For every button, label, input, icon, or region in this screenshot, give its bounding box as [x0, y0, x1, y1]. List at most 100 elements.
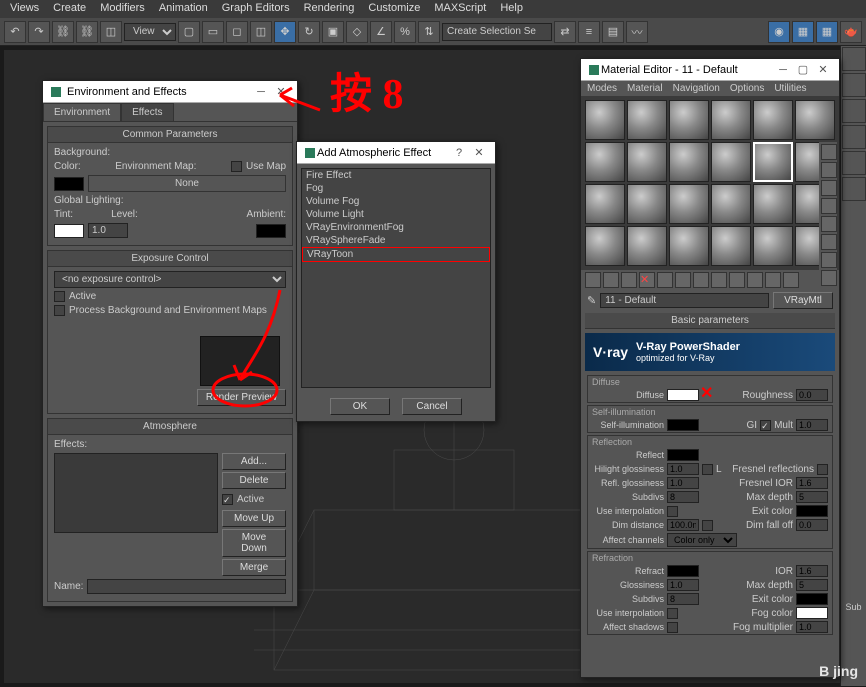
show-end-icon[interactable] — [747, 272, 763, 288]
window-crossing-icon[interactable]: ◫ — [250, 21, 272, 43]
material-slot[interactable] — [585, 100, 625, 140]
command-panel[interactable]: Sub — [840, 46, 866, 686]
list-item-vraytoon[interactable]: VRayToon — [302, 247, 490, 262]
material-slot[interactable] — [585, 142, 625, 182]
minimize-icon[interactable]: ─ — [773, 64, 793, 76]
put-to-lib-icon[interactable] — [693, 272, 709, 288]
refr-maxdepth-spinner[interactable] — [796, 579, 828, 591]
material-slot[interactable] — [711, 184, 751, 224]
menu-grapheditors[interactable]: Graph Editors — [222, 2, 290, 16]
layers-icon[interactable]: ▤ — [602, 21, 624, 43]
preview-icon[interactable] — [821, 234, 837, 250]
ok-button[interactable]: OK — [330, 398, 390, 415]
bind-icon[interactable]: ◫ — [100, 21, 122, 43]
snap-spinner-icon[interactable]: ⇅ — [418, 21, 440, 43]
atmosphere-effects-list[interactable] — [54, 453, 218, 533]
scale-icon[interactable]: ▣ — [322, 21, 344, 43]
material-slot[interactable] — [753, 100, 793, 140]
material-slot[interactable] — [753, 142, 793, 182]
utilities-tab-icon[interactable] — [842, 177, 866, 201]
level-spinner[interactable] — [88, 223, 128, 238]
affectch-dropdown[interactable]: Color only — [667, 533, 737, 547]
redo-icon[interactable]: ↷ — [28, 21, 50, 43]
material-slot[interactable] — [795, 100, 835, 140]
modify-tab-icon[interactable] — [842, 73, 866, 97]
go-sibling-icon[interactable] — [783, 272, 799, 288]
select-rect-icon[interactable]: ◻ — [226, 21, 248, 43]
tab-effects[interactable]: Effects — [121, 103, 173, 121]
snap-percent-icon[interactable]: % — [394, 21, 416, 43]
link-icon[interactable]: ⛓ — [52, 21, 74, 43]
material-slot[interactable] — [711, 142, 751, 182]
reflect-swatch[interactable] — [667, 449, 699, 461]
named-selection-input[interactable] — [442, 23, 552, 41]
delete-effect-button[interactable]: Delete — [222, 472, 286, 489]
put-to-scene-icon[interactable] — [603, 272, 619, 288]
unlink-icon[interactable]: ⛓ — [76, 21, 98, 43]
menu-create[interactable]: Create — [53, 2, 86, 16]
refract-swatch[interactable] — [667, 565, 699, 577]
list-item[interactable]: VRaySphereFade — [302, 234, 490, 247]
affectshadows-checkbox[interactable] — [667, 622, 678, 633]
matid-icon[interactable] — [711, 272, 727, 288]
dimdist-checkbox[interactable] — [702, 520, 713, 531]
render-frame-icon[interactable]: ▦ — [816, 21, 838, 43]
l-lock-checkbox[interactable] — [702, 464, 713, 475]
close-icon[interactable]: ✕ — [469, 146, 489, 159]
list-item[interactable]: Fog — [302, 182, 490, 195]
create-tab-icon[interactable] — [842, 47, 866, 71]
motion-tab-icon[interactable] — [842, 125, 866, 149]
get-material-icon[interactable] — [585, 272, 601, 288]
curve-editor-icon[interactable]: 〰 — [626, 21, 648, 43]
list-item[interactable]: Volume Light — [302, 208, 490, 221]
show-map-icon[interactable] — [729, 272, 745, 288]
refl-gloss-spinner[interactable] — [667, 477, 699, 489]
material-type-button[interactable]: VRayMtl — [773, 292, 833, 309]
atmosphere-header[interactable]: Atmosphere — [48, 419, 292, 435]
refr-gloss-spinner[interactable] — [667, 579, 699, 591]
display-tab-icon[interactable] — [842, 151, 866, 175]
material-slot[interactable] — [627, 184, 667, 224]
menu-maxscript[interactable]: MAXScript — [434, 2, 486, 16]
move-icon[interactable]: ✥ — [274, 21, 296, 43]
effect-name-field[interactable] — [87, 579, 286, 594]
exposure-control-dropdown[interactable]: <no exposure control> — [54, 271, 286, 288]
merge-button[interactable]: Merge — [222, 559, 286, 576]
list-item[interactable]: Volume Fog — [302, 195, 490, 208]
mirror-icon[interactable]: ⇄ — [554, 21, 576, 43]
material-slot[interactable] — [585, 184, 625, 224]
material-slot[interactable] — [627, 142, 667, 182]
menu-navigation[interactable]: Navigation — [673, 83, 720, 94]
make-unique-icon[interactable] — [675, 272, 691, 288]
options-icon[interactable] — [821, 252, 837, 268]
selfillum-mult-spinner[interactable] — [796, 419, 828, 431]
gi-checkbox[interactable] — [760, 420, 771, 431]
process-bg-checkbox[interactable] — [54, 305, 65, 316]
cancel-button[interactable]: Cancel — [402, 398, 462, 415]
atmo-active-checkbox[interactable] — [222, 494, 233, 505]
reset-icon[interactable]: ✕ — [639, 272, 655, 288]
close-icon[interactable]: ✕ — [271, 85, 291, 98]
menu-views[interactable]: Views — [10, 2, 39, 16]
menu-help[interactable]: Help — [500, 2, 523, 16]
go-parent-icon[interactable] — [765, 272, 781, 288]
material-slot[interactable] — [627, 226, 667, 266]
refl-useinterp-checkbox[interactable] — [667, 506, 678, 517]
menu-customize[interactable]: Customize — [368, 2, 420, 16]
undo-icon[interactable]: ↶ — [4, 21, 26, 43]
make-copy-icon[interactable] — [657, 272, 673, 288]
material-slot[interactable] — [753, 226, 793, 266]
render-setup-icon[interactable]: ▦ — [792, 21, 814, 43]
envmap-button[interactable]: None — [88, 175, 286, 192]
hierarchy-tab-icon[interactable] — [842, 99, 866, 123]
menu-utilities[interactable]: Utilities — [774, 83, 806, 94]
fresnel-ior-spinner[interactable] — [796, 477, 828, 489]
menu-material[interactable]: Material — [627, 83, 663, 94]
selection-filter-dropdown[interactable]: View — [124, 23, 176, 41]
matedit-titlebar[interactable]: Material Editor - 11 - Default ─ ▢ ✕ — [581, 59, 839, 81]
selfillum-swatch[interactable] — [667, 419, 699, 431]
sample-uv-icon[interactable] — [821, 198, 837, 214]
video-check-icon[interactable] — [821, 216, 837, 232]
refl-subdivs-spinner[interactable] — [667, 491, 699, 503]
assign-icon[interactable] — [621, 272, 637, 288]
